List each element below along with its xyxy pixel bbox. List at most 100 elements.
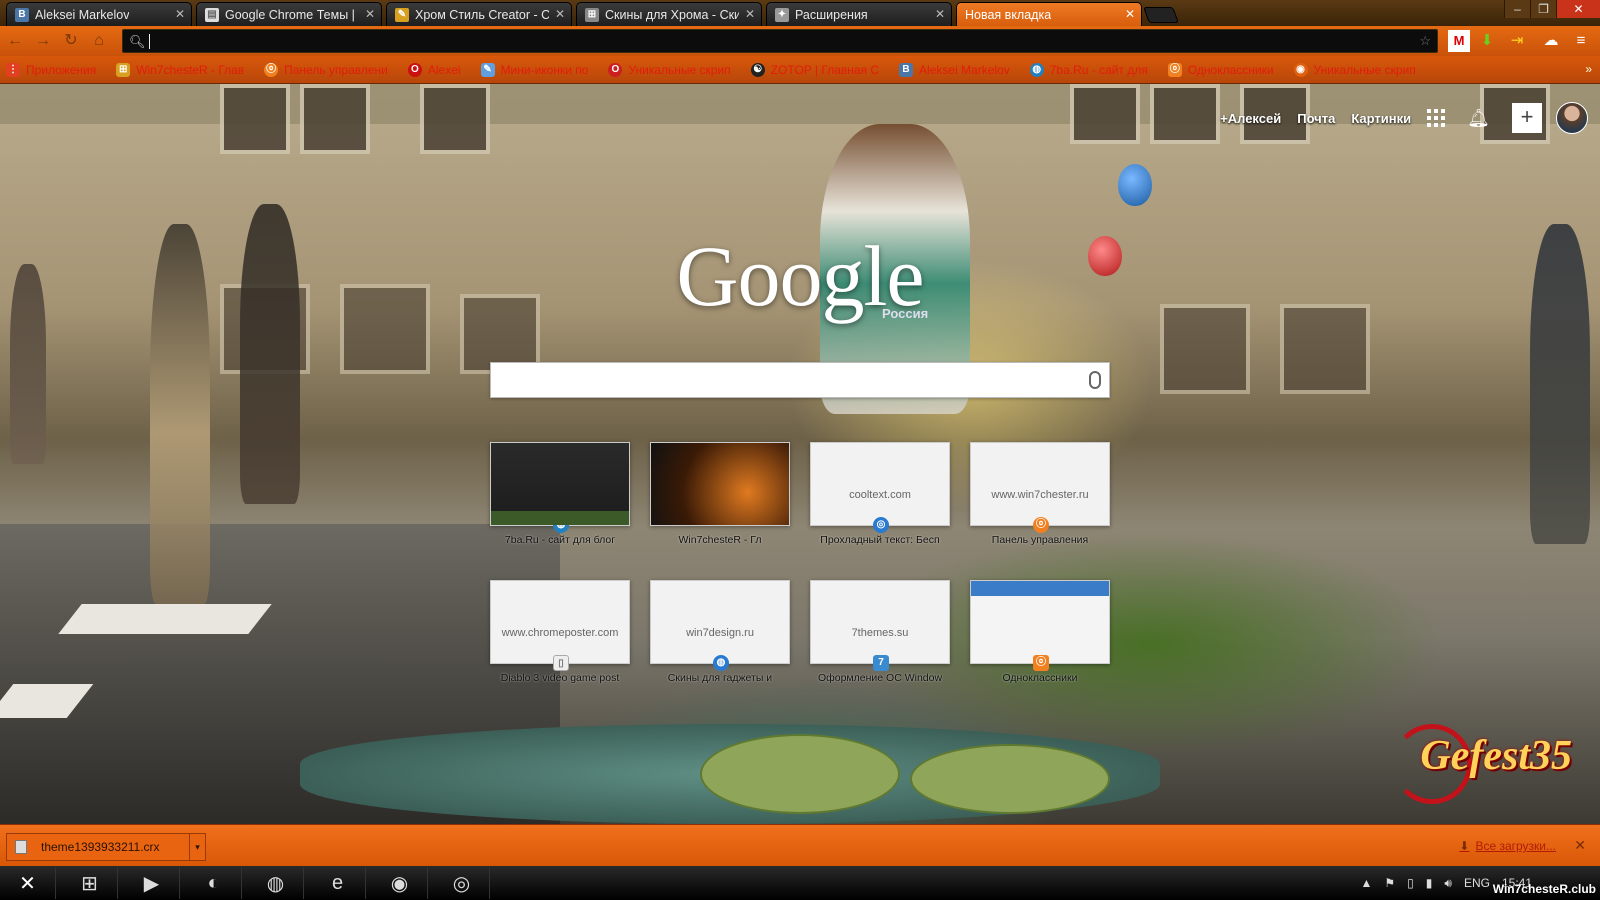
tile-caption: Одноклассники — [1002, 672, 1078, 684]
tile-caption: Панель управления — [991, 534, 1089, 546]
battery-icon[interactable]: ▯ — [1407, 876, 1414, 890]
tab-vk[interactable]: B Aleksei Markelov ✕ — [6, 2, 192, 26]
google-logo: Google — [676, 228, 924, 324]
cloud-icon[interactable]: ☁ — [1540, 30, 1562, 52]
close-icon[interactable]: ✕ — [1125, 7, 1135, 21]
bookmark-label: 7ba.Ru - сайт для — [1049, 62, 1148, 77]
chat-icon[interactable]: ◐ — [186, 867, 242, 899]
minimize-button[interactable]: – — [1504, 0, 1530, 18]
bookmarks-bar: ⋮ Приложения ⊞ Win7chesteR - Глав ⓞ Панель … — [0, 56, 1600, 84]
chrome-icon[interactable]: ◎ — [434, 867, 490, 899]
profile-link[interactable]: +Алексей — [1220, 111, 1281, 126]
bell-icon[interactable]: 🔔︎ — [1467, 108, 1490, 129]
bookmark-item[interactable]: ☯ ZOTOP | Главная С — [750, 62, 880, 77]
bookmark-item[interactable]: O Уникальные скрип — [608, 62, 731, 77]
sign-in-icon[interactable]: ⇥ — [1506, 30, 1528, 52]
flag-icon[interactable]: ⚑ — [1384, 876, 1395, 890]
tile-url: cooltext.com — [849, 489, 911, 501]
gmail-icon[interactable]: M — [1448, 30, 1470, 52]
tab-label: Скины для Хрома - Скин — [605, 7, 739, 22]
network-globe-icon[interactable]: ◍ — [248, 867, 304, 899]
bookmark-item[interactable]: ✎ Мини-иконки по — [480, 62, 588, 77]
tab-style-creator[interactable]: ✎ Хром Стиль Creator - Co ✕ — [386, 2, 572, 26]
window-close-button[interactable]: ✕ — [1556, 0, 1600, 18]
start-logo-icon[interactable]: ✕ — [0, 867, 56, 899]
close-icon[interactable]: ✕ — [1574, 837, 1586, 854]
microphone-icon[interactable] — [1089, 371, 1101, 389]
chevron-down-icon[interactable]: ▾ — [189, 834, 205, 860]
tile-url: 7themes.su — [851, 627, 909, 639]
download-filename: theme1393933211.crx — [41, 840, 160, 854]
text-caret — [149, 34, 150, 49]
volume-icon[interactable]: 🔊︎ — [1444, 876, 1452, 891]
all-downloads-link[interactable]: ⬇ Все загрузки... — [1459, 839, 1556, 853]
bookmark-label: Уникальные скрип — [628, 62, 731, 77]
close-icon[interactable]: ✕ — [175, 7, 185, 21]
apps-grid-icon[interactable] — [1427, 109, 1446, 127]
most-visited-tile[interactable]: www.chromeposter.com ▯ — [490, 580, 630, 671]
close-icon[interactable]: ✕ — [365, 7, 375, 21]
most-visited-tile[interactable]: ◍ — [490, 442, 630, 533]
google-search-input[interactable] — [490, 362, 1110, 398]
puzzle-icon: ✦ — [775, 7, 789, 22]
bookmark-item[interactable]: ◉ Уникальные скрип — [1293, 62, 1416, 77]
media-player-icon[interactable]: ▶ — [124, 867, 180, 899]
internet-explorer-icon[interactable]: e — [310, 867, 366, 899]
tab-chrome-skins[interactable]: ⊞ Скины для Хрома - Скин ✕ — [576, 2, 762, 26]
tab-strip: B Aleksei Markelov ✕ ▤ Google Chrome Тем… — [0, 0, 1600, 26]
bookmark-item[interactable]: ⓞ Панель управлени — [264, 62, 388, 77]
globe-icon: ◍ — [553, 517, 569, 533]
reload-button[interactable]: ↻ — [58, 29, 84, 53]
language-indicator[interactable]: ENG — [1464, 876, 1490, 890]
bookmark-label: Aleksei Markelov — [919, 62, 1010, 77]
most-visited-tile[interactable]: ⓞ — [970, 580, 1110, 671]
most-visited-tile[interactable]: www.win7chester.ru ⓞ — [970, 442, 1110, 533]
firefox-icon[interactable]: ◉ — [372, 867, 428, 899]
background-window — [220, 84, 290, 154]
tab-label: Google Chrome Темы | R — [225, 7, 359, 22]
home-button[interactable]: ⌂ — [86, 29, 112, 53]
menu-icon[interactable]: ≡ — [1570, 30, 1592, 52]
most-visited-tile[interactable]: win7design.ru ◍ — [650, 580, 790, 671]
close-icon[interactable]: ✕ — [935, 7, 945, 21]
tab-chrome-themes[interactable]: ▤ Google Chrome Темы | R ✕ — [196, 2, 382, 26]
close-icon[interactable]: ✕ — [555, 7, 565, 21]
bookmark-item[interactable]: O Alexei — [407, 62, 461, 77]
vk-icon: B — [15, 7, 29, 22]
download-arrow-icon[interactable]: ⬇ — [1476, 30, 1498, 52]
close-icon[interactable]: ✕ — [745, 7, 755, 21]
tile-url: win7design.ru — [686, 627, 754, 639]
taskbar: ✕ ⊞ ▶ ◐ ◍ e ◉ ◎ ▲ ⚑ ▯ ▮ 🔊︎ ENG 15:41 — [0, 866, 1600, 900]
bookmark-item[interactable]: ⓞ Одноклассники — [1167, 62, 1274, 77]
tray-expand-icon[interactable]: ▲ — [1361, 876, 1373, 890]
tab-extensions[interactable]: ✦ Расширения ✕ — [766, 2, 952, 26]
forward-button[interactable]: → — [30, 29, 56, 53]
most-visited-tile[interactable]: 7themes.su 7 — [810, 580, 950, 671]
bookmark-star-icon[interactable]: ☆ — [1419, 33, 1431, 49]
most-visited-tile[interactable]: cooltext.com ◎ — [810, 442, 950, 533]
bookmark-item[interactable]: ⊞ Win7chesteR - Глав — [116, 62, 244, 77]
chevron-right-icon[interactable]: » — [1585, 62, 1592, 76]
mail-link[interactable]: Почта — [1297, 111, 1335, 126]
signal-icon[interactable]: ▮ — [1426, 876, 1433, 890]
screen: B Aleksei Markelov ✕ ▤ Google Chrome Тем… — [0, 0, 1600, 900]
avatar[interactable] — [1556, 102, 1588, 134]
background-crosswalk — [58, 604, 272, 634]
bookmark-item[interactable]: B Aleksei Markelov — [899, 62, 1010, 77]
tab-label: Новая вкладка — [965, 7, 1052, 22]
share-plus-button[interactable]: + — [1512, 103, 1542, 133]
back-button[interactable]: ← — [2, 29, 28, 53]
bookmark-item[interactable]: ◍ 7ba.Ru - сайт для — [1029, 62, 1148, 77]
windows-icon[interactable]: ⊞ — [62, 867, 118, 899]
images-link[interactable]: Картинки — [1351, 111, 1411, 126]
vk-icon: B — [899, 62, 914, 77]
maximize-button[interactable]: ❐ — [1530, 0, 1556, 18]
bookmark-item[interactable]: ⋮ Приложения — [6, 62, 96, 77]
most-visited-tile[interactable] — [650, 442, 790, 526]
tab-new-tab[interactable]: Новая вкладка ✕ — [956, 2, 1142, 26]
bookmark-label: ZOTOP | Главная С — [770, 62, 880, 77]
new-tab-button[interactable] — [1143, 7, 1179, 23]
download-item[interactable]: theme1393933211.crx ▾ — [6, 833, 206, 861]
omnibox[interactable]: 🔍︎ ☆ — [122, 29, 1438, 53]
globe-icon: ◍ — [1029, 62, 1044, 77]
